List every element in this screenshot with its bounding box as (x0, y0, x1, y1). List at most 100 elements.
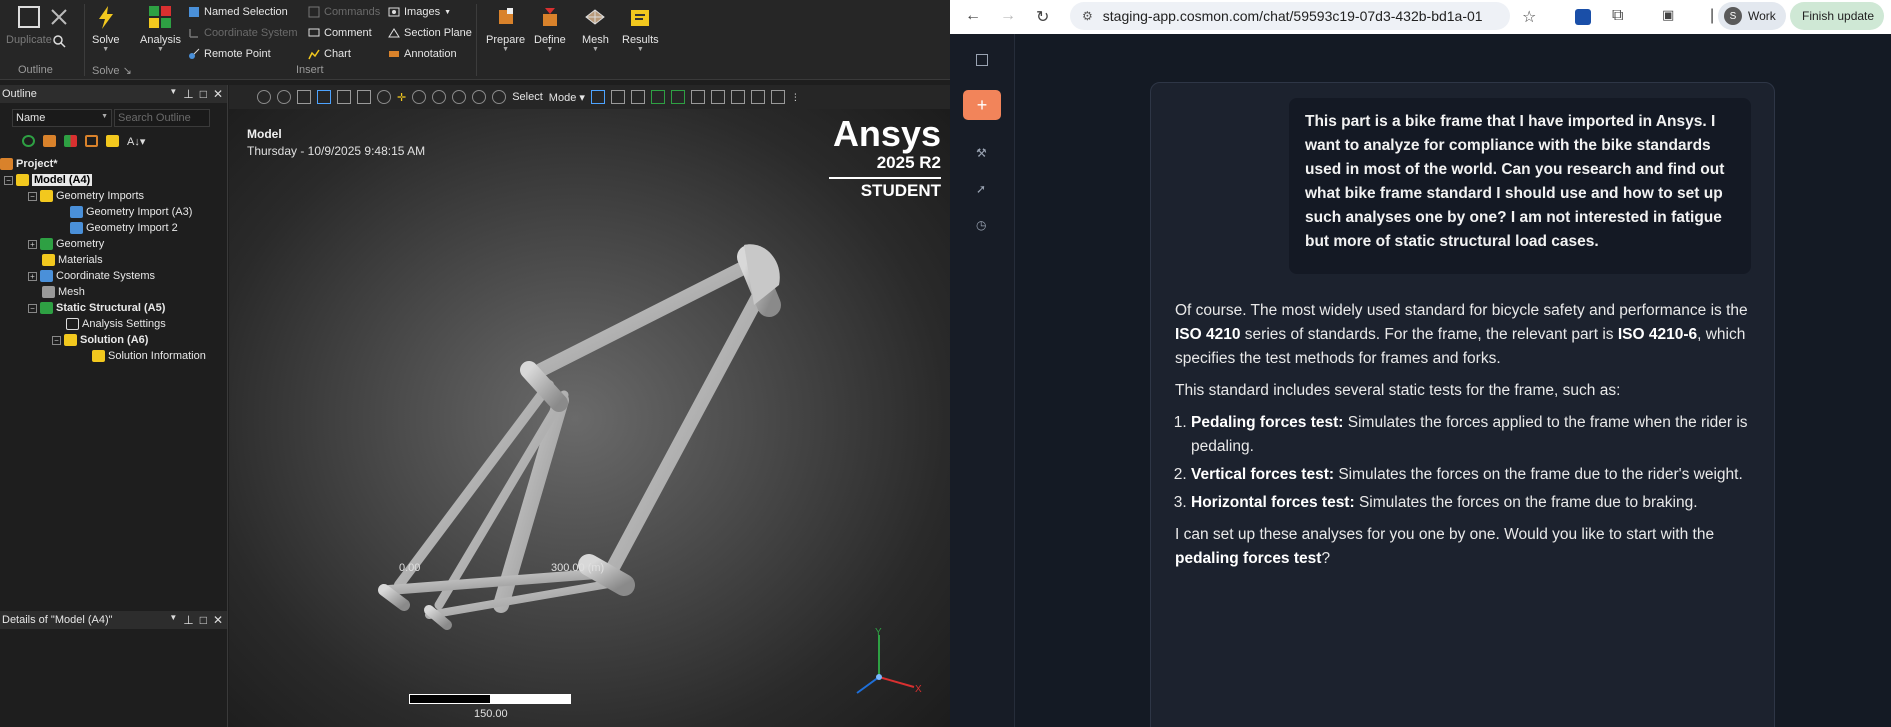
pan-icon[interactable]: ✛ (397, 91, 406, 104)
address-bar[interactable]: ⚙ staging-app.cosmon.com/chat/59593c19-0… (1070, 2, 1510, 30)
tree-node[interactable]: − Model (A4) (4, 174, 93, 186)
tree-node[interactable]: − Geometry Imports (28, 190, 144, 202)
define-button[interactable]: Define ▼ (534, 0, 566, 53)
tree-node[interactable]: Geometry Import 2 (70, 222, 178, 234)
images-button[interactable]: Images ▼ (388, 6, 451, 18)
select-point-icon[interactable] (590, 90, 605, 104)
extend-icon[interactable] (710, 90, 725, 104)
back-icon[interactable]: ← (965, 7, 981, 25)
zoom-icon[interactable] (412, 90, 427, 104)
coordinate-icon[interactable] (730, 90, 745, 104)
shaded-cube-icon[interactable] (317, 90, 331, 104)
expand-icon[interactable]: + (28, 271, 37, 281)
analysis-button[interactable]: Analysis ▼ (140, 0, 181, 53)
history-icon[interactable]: ◷ (976, 218, 986, 232)
graphics-viewport[interactable]: Model Thursday - 10/9/2025 9:48:15 AM An… (229, 85, 950, 727)
rotate-icon[interactable] (377, 90, 391, 104)
maximize-icon[interactable]: □ (200, 87, 207, 101)
tree-node[interactable]: Analysis Settings (66, 318, 166, 330)
tag-icon[interactable] (43, 135, 56, 147)
new-chat-button[interactable]: + (963, 90, 1001, 120)
overflow-icon[interactable]: ⋮ (791, 92, 800, 103)
ansys-window: Duplicate Outline Solve ▼ Analysis ▼ Sol… (0, 0, 950, 727)
copy-view-icon[interactable] (357, 90, 371, 104)
tree-node[interactable]: Mesh (42, 286, 85, 298)
refresh-icon[interactable] (22, 135, 35, 147)
comment-button[interactable]: Comment (308, 27, 372, 39)
close-icon[interactable]: ✕ (213, 87, 223, 101)
comment-icon[interactable] (770, 90, 785, 104)
profile-button[interactable]: S Work (1718, 2, 1786, 30)
maximize-icon[interactable]: □ (200, 613, 207, 627)
folder-icon[interactable] (106, 135, 119, 147)
reload-icon[interactable]: ↻ (1036, 7, 1049, 27)
magnifier-icon[interactable] (472, 90, 487, 104)
forward-icon[interactable]: → (1000, 7, 1016, 25)
pin-icon[interactable]: ⊥ (183, 613, 193, 627)
solve-button[interactable]: Solve ▼ (92, 0, 120, 53)
remote-point-button[interactable]: Remote Point (188, 48, 271, 60)
tree-node[interactable]: − Solution (A6) (52, 334, 148, 346)
mode-dropdown[interactable]: Mode ▾ (549, 91, 585, 104)
commands-button[interactable]: Commands (308, 6, 380, 18)
tree-node[interactable]: + Geometry (28, 238, 104, 250)
tree-node[interactable]: Geometry Import (A3) (70, 206, 192, 218)
cube-icon[interactable] (297, 90, 311, 104)
outline-search-input[interactable]: Search Outline (114, 109, 210, 127)
named-selection-button[interactable]: Named Selection (188, 6, 288, 18)
zoom-in-icon[interactable] (257, 90, 271, 104)
select-label[interactable]: Select (512, 91, 543, 103)
results-button[interactable]: Results ▼ (622, 0, 659, 53)
finish-update-button[interactable]: Finish update (1790, 2, 1885, 30)
outline-filter-select[interactable]: Name ▼ (12, 109, 112, 127)
mesh-button[interactable]: Mesh ▼ (582, 0, 609, 53)
axis-triad[interactable]: Y X (849, 625, 929, 705)
collapse-icon[interactable]: − (28, 191, 37, 201)
zoom-out-icon[interactable] (277, 90, 291, 104)
collapse-icon[interactable]: − (28, 303, 37, 313)
collapse-icon[interactable]: − (4, 175, 13, 185)
bookmark-star-icon[interactable]: ☆ (1522, 7, 1536, 27)
extensions-puzzle-icon[interactable]: ⧉ (1612, 7, 1623, 25)
tree-node[interactable]: + Coordinate Systems (28, 270, 155, 282)
duplicate-button[interactable]: Duplicate (6, 0, 52, 46)
annotation-button[interactable]: Annotation (388, 48, 457, 60)
chevron-down-icon: ▼ (157, 46, 164, 53)
bike-frame-model[interactable] (349, 165, 869, 665)
tree-node[interactable]: Project* (0, 158, 58, 170)
site-settings-icon[interactable]: ⚙ (1082, 9, 1093, 23)
chart-button[interactable]: Chart (308, 48, 351, 60)
select-element-icon[interactable] (690, 90, 705, 104)
tree-node[interactable]: Solution Information (92, 350, 206, 362)
tree-node[interactable]: Materials (42, 254, 103, 266)
delete-button[interactable] (46, 0, 72, 48)
label-icon[interactable] (750, 90, 765, 104)
tree-node[interactable]: − Static Structural (A5) (28, 302, 165, 314)
screen-icon[interactable]: ▣ (1662, 7, 1674, 23)
magnify-glass-icon[interactable] (492, 90, 507, 104)
collapse-icon[interactable]: − (52, 335, 61, 345)
close-icon[interactable]: ✕ (213, 613, 223, 627)
select-face-icon[interactable] (610, 90, 625, 104)
chevron-down-icon[interactable]: ▼ (169, 613, 177, 627)
select-edge-icon[interactable] (630, 90, 645, 104)
chevron-down-icon[interactable]: ▼ (169, 87, 177, 101)
render-icon[interactable] (337, 90, 351, 104)
prepare-button[interactable]: Prepare ▼ (486, 0, 525, 53)
section-plane-button[interactable]: Section Plane (388, 27, 472, 39)
alphabetical-sort-icon[interactable]: A↓▾ (127, 135, 145, 148)
grid-icon[interactable] (85, 135, 98, 147)
sort-icon[interactable] (64, 135, 77, 147)
mesh-icon (585, 9, 606, 25)
rocket-icon[interactable]: ➚ (976, 182, 986, 196)
wrench-icon[interactable]: ⚒ (976, 146, 987, 160)
zoom-fit-icon[interactable] (452, 90, 467, 104)
extension-icon[interactable] (1575, 9, 1591, 25)
sidebar-toggle-icon[interactable] (976, 54, 988, 66)
select-body-icon[interactable] (650, 90, 665, 104)
pin-icon[interactable]: ⊥ (183, 87, 193, 101)
select-node-icon[interactable] (670, 90, 685, 104)
coordinate-system-button[interactable]: Coordinate System (188, 27, 298, 39)
expand-icon[interactable]: + (28, 239, 37, 249)
box-zoom-icon[interactable] (432, 90, 447, 104)
